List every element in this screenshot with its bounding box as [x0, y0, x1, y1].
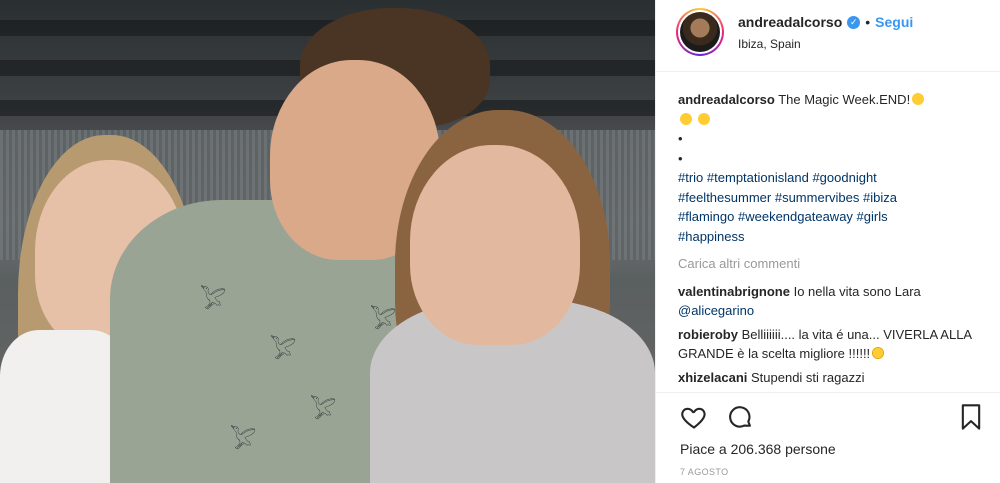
hashtag-line: #flamingo #weekendgateaway #girls: [678, 207, 983, 227]
caption-username[interactable]: andreadalcorso: [678, 92, 775, 107]
hashtag-line: #trio #temptationisland #goodnight: [678, 168, 983, 188]
hashtag-line: #feelthesummer #summervibes #ibiza: [678, 188, 983, 208]
post-actions: Piace a 206.368 persone 7 AGOSTO: [656, 392, 1000, 483]
flamingo-pattern-icon: 𓅯: [310, 398, 337, 423]
flamingo-pattern-icon: 𓅯: [230, 428, 257, 453]
hashtag-link[interactable]: #girls: [857, 209, 888, 224]
comment-icon[interactable]: [726, 403, 754, 431]
comment-username[interactable]: valentinabrignone: [678, 284, 790, 299]
caption: andreadalcorso The Magic Week.END! • • #…: [678, 90, 983, 246]
sun-emoji-icon: [680, 112, 692, 125]
avatar[interactable]: [676, 8, 724, 56]
instagram-post: 𓅯 𓅯 𓅯 𓅯 𓅯 andreadalcorso ✓ • Segui Ibiza…: [0, 0, 1000, 483]
flamingo-pattern-icon: 𓅯: [370, 308, 397, 333]
hashtag-link[interactable]: #flamingo: [678, 209, 734, 224]
hashtag-link[interactable]: #weekendgateaway: [738, 209, 853, 224]
caption-text: The Magic Week.END!: [778, 92, 911, 107]
hashtag-link[interactable]: #happiness: [678, 229, 745, 244]
header-user-row: andreadalcorso ✓ • Segui: [738, 14, 913, 30]
header-username[interactable]: andreadalcorso: [738, 14, 842, 30]
comment-item: xhizelacani Stupendi sti ragazzi: [678, 368, 983, 388]
avatar-image: [680, 12, 720, 52]
caption-bullet: •: [678, 131, 683, 146]
mention-link[interactable]: @alicegarino: [678, 303, 754, 318]
hashtag-link[interactable]: #trio: [678, 170, 703, 185]
comment-text: Io nella vita sono Lara: [793, 283, 921, 299]
sun-emoji-icon: [697, 112, 710, 125]
heart-icon[interactable]: [680, 403, 708, 431]
flamingo-pattern-icon: 𓅯: [200, 288, 227, 313]
post-date[interactable]: 7 AGOSTO: [680, 467, 729, 477]
hashtag-link[interactable]: #ibiza: [863, 190, 897, 205]
hashtag-link[interactable]: #summervibes: [775, 190, 860, 205]
caption-bullet: •: [678, 150, 683, 166]
location-link[interactable]: Ibiza, Spain: [738, 37, 801, 51]
post-photo[interactable]: 𓅯 𓅯 𓅯 𓅯 𓅯: [0, 0, 655, 483]
comment-text: Stupendi sti ragazzi: [751, 369, 865, 385]
surprised-emoji-icon: [872, 347, 885, 359]
person-right-face: [410, 145, 580, 345]
hashtag-link[interactable]: #goodnight: [812, 170, 876, 185]
comment-item: valentinabrignone Io nella vita sono Lar…: [678, 282, 983, 321]
hashtag-line: #happiness: [678, 227, 983, 247]
comment-username[interactable]: robieroby: [678, 327, 738, 342]
hashtag-link[interactable]: #feelthesummer: [678, 190, 771, 205]
separator-dot: •: [865, 14, 871, 30]
likes-count[interactable]: Piace a 206.368 persone: [680, 441, 836, 457]
flamingo-pattern-icon: 𓅯: [270, 338, 297, 363]
follow-button[interactable]: Segui: [875, 14, 913, 30]
verified-badge-icon: ✓: [847, 15, 861, 29]
post-header: andreadalcorso ✓ • Segui Ibiza, Spain: [656, 0, 1000, 72]
load-more-comments-button[interactable]: Carica altri commenti: [678, 254, 983, 274]
sun-emoji-icon: [912, 93, 925, 105]
post-side-panel: andreadalcorso ✓ • Segui Ibiza, Spain an…: [655, 0, 1000, 483]
comment-username[interactable]: xhizelacani: [678, 370, 747, 385]
comments-section: andreadalcorso The Magic Week.END! • • #…: [678, 90, 983, 387]
hashtag-link[interactable]: #temptationisland: [707, 170, 809, 185]
bookmark-icon[interactable]: [959, 403, 983, 431]
comment-item: robieroby Belliiiiii.... la vita é una..…: [678, 325, 983, 364]
